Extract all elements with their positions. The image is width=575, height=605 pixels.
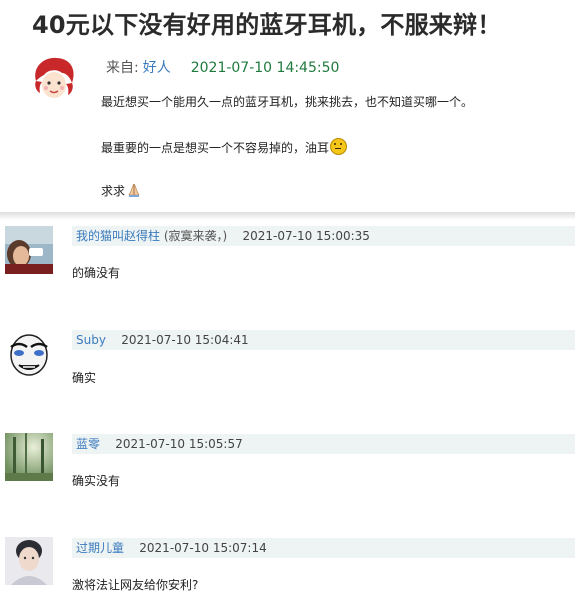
comment-timestamp: 2021-07-10 15:07:14 — [139, 541, 267, 555]
commenter-name-link[interactable]: 我的猫叫赵得柱 — [76, 229, 160, 243]
comment-text-2: 确实 — [72, 371, 97, 385]
post-divider — [0, 212, 575, 220]
commenter-name-link[interactable]: Suby — [76, 333, 106, 347]
author-name-link[interactable]: 好人 — [143, 60, 171, 76]
commenter-name-link[interactable]: 过期儿童 — [76, 541, 124, 555]
comment-text-1: 的确没有 — [72, 266, 121, 280]
smile-emoji-icon — [330, 138, 348, 155]
post-body-line-3: 求求 — [101, 182, 142, 200]
post-body-line-2-text: 最重要的一点是想买一个不容易掉的，油耳 — [101, 141, 330, 155]
comment-header-2: Suby 2021-07-10 15:04:41 — [72, 330, 575, 350]
author-avatar[interactable] — [30, 55, 78, 103]
comment-header-4: 过期儿童 2021-07-10 15:07:14 — [72, 538, 575, 558]
commenter-avatar-2[interactable] — [5, 329, 53, 377]
post-body-line-2: 最重要的一点是想买一个不容易掉的，油耳 — [101, 138, 348, 157]
comment-timestamp: 2021-07-10 15:05:57 — [115, 437, 243, 451]
post-title: 40元以下没有好用的蓝牙耳机，不服来辩！ — [32, 11, 502, 39]
post-timestamp: 2021-07-10 14:45:50 — [190, 60, 340, 76]
comment-text-3: 确实没有 — [72, 474, 121, 488]
commenter-note: (寂寞来袭，) — [163, 229, 228, 243]
commenter-avatar-1[interactable] — [5, 226, 53, 274]
commenter-avatar-3[interactable] — [5, 433, 53, 481]
post-body-line-3-text: 求求 — [101, 184, 126, 198]
commenter-name-link[interactable]: 蓝零 — [76, 437, 100, 451]
comment-text-4: 激将法让网友给你安利? — [72, 578, 199, 592]
commenter-avatar-4[interactable] — [5, 537, 53, 585]
comment-timestamp: 2021-07-10 15:04:41 — [121, 333, 249, 347]
post-body-line-1: 最近想买一个能用久一点的蓝牙耳机，挑来挑去，也不知道买哪一个。 — [101, 95, 474, 109]
pray-emoji-icon — [128, 183, 140, 197]
from-label: 来自: — [106, 60, 139, 76]
comment-header-1: 我的猫叫赵得柱 (寂寞来袭，) 2021-07-10 15:00:35 — [72, 226, 575, 246]
post-meta: 来自: 好人 2021-07-10 14:45:50 — [106, 58, 339, 78]
comment-timestamp: 2021-07-10 15:00:35 — [242, 229, 370, 243]
comment-header-3: 蓝零 2021-07-10 15:05:57 — [72, 434, 575, 454]
